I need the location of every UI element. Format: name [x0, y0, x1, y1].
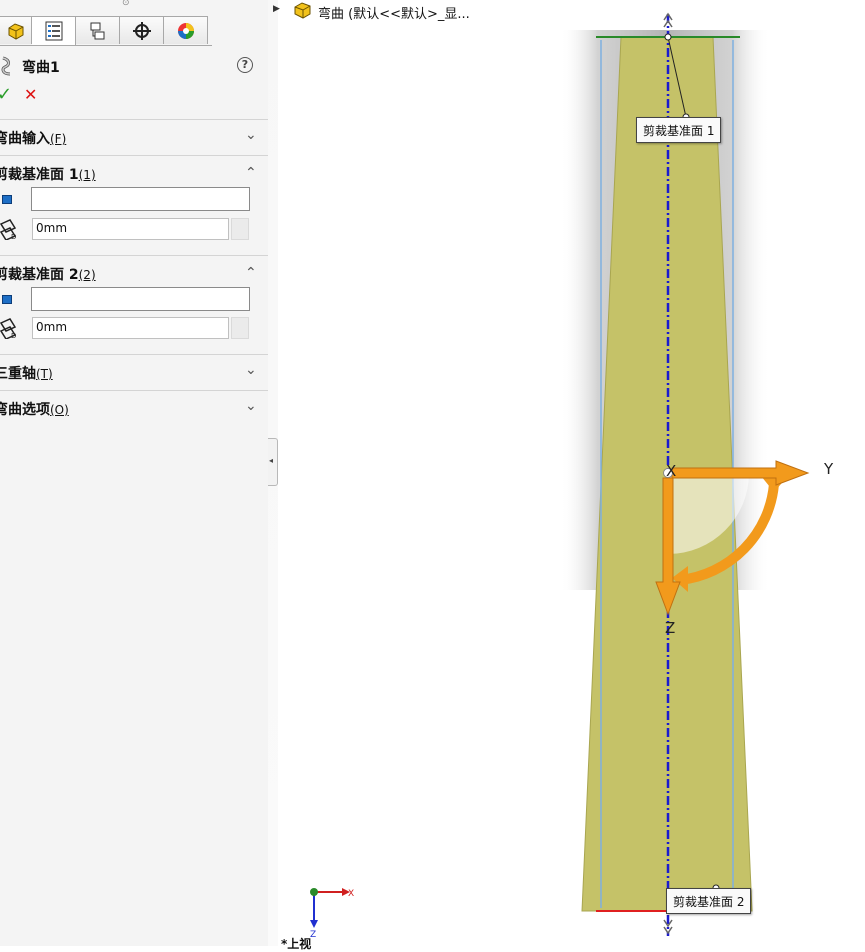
trim-plane-1-offset-spinner[interactable] — [231, 218, 249, 240]
trim-plane-1-accel: (1) — [78, 168, 96, 182]
trim-plane-2-offset-field[interactable]: 0mm — [32, 317, 229, 339]
trim-plane-2-accel: (2) — [78, 268, 96, 282]
part-icon — [8, 22, 23, 40]
bend-options-accel: (O) — [50, 403, 69, 417]
offset-distance-icon: D — [0, 318, 16, 339]
chevron-down-icon[interactable]: ⌄ — [245, 127, 261, 143]
bend-input-section[interactable]: 弯曲输入(F) ⌄ — [0, 119, 268, 153]
trim-plane-1-tag[interactable]: 剪裁基准面 1 — [636, 117, 722, 143]
trim-plane-2-tag[interactable]: 剪裁基准面 2 — [666, 888, 752, 914]
feature-manager-tab[interactable] — [0, 16, 32, 44]
triad-accel: (T) — [36, 367, 53, 381]
view-name-label: *上视 — [281, 937, 312, 951]
orientation-x-label: X — [348, 889, 354, 899]
trim-plane-2-label: 剪裁基准面 2 — [0, 267, 79, 283]
flex-feature-icon — [1, 56, 11, 76]
panel-grip-icon[interactable]: ⊙ — [122, 0, 130, 8]
property-manager-tab[interactable] — [32, 16, 76, 45]
dimxpert-manager-tab[interactable] — [120, 16, 164, 44]
cancel-button[interactable]: ✕ — [24, 85, 37, 104]
feature-tree-part-name[interactable]: 弯曲 (默认<<默认>_显... — [318, 3, 470, 22]
crosshair-icon — [132, 21, 151, 40]
chevron-up-icon[interactable]: ⌃ — [245, 165, 261, 181]
bend-input-label: 弯曲输入 — [0, 131, 50, 147]
ok-button[interactable]: ✓ — [0, 84, 12, 105]
help-icon[interactable]: ? — [237, 57, 253, 73]
display-manager-tab[interactable] — [164, 16, 208, 44]
trim-plane-2-section[interactable]: 剪裁基准面 2(2) ⌃ — [0, 255, 268, 289]
collapse-arrow-icon[interactable]: ◂ — [269, 456, 275, 466]
bend-options-section[interactable]: 弯曲选项(O) ⌄ — [0, 390, 268, 424]
color-wheel-icon — [177, 22, 194, 39]
trim-plane-1-handle[interactable] — [664, 33, 672, 41]
triad-z-label: Z — [665, 619, 675, 637]
svg-text:D: D — [11, 332, 16, 339]
trim-plane-2-offset-spinner[interactable] — [231, 317, 249, 339]
chevron-down-icon[interactable]: ⌄ — [245, 398, 261, 414]
trim-plane-2-selection[interactable] — [31, 287, 250, 311]
configuration-manager-tab[interactable] — [76, 16, 120, 44]
selection-box-icon — [2, 295, 12, 304]
property-list-icon — [45, 21, 62, 41]
graphics-area[interactable]: X Y Z X Z — [278, 0, 865, 946]
config-icon — [90, 22, 104, 39]
chevron-up-icon[interactable]: ⌃ — [245, 265, 261, 281]
triad-label: 三重轴 — [0, 366, 36, 382]
triad-x-label: X — [666, 462, 676, 480]
trim-plane-1-section[interactable]: 剪裁基准面 1(1) ⌃ — [0, 155, 268, 189]
trim-plane-1-label: 剪裁基准面 1 — [0, 167, 79, 183]
trim-plane-1-offset-field[interactable]: 0mm — [32, 218, 229, 240]
trim-plane-1-selection[interactable] — [31, 187, 250, 211]
bend-input-accel: (F) — [50, 132, 67, 146]
tree-expand-icon[interactable]: ▶ — [273, 4, 280, 14]
feature-title-row: 弯曲1 ? — [0, 56, 268, 78]
part-icon — [294, 2, 311, 19]
bend-options-label: 弯曲选项 — [0, 402, 50, 418]
manager-tabs — [0, 16, 212, 46]
view-orientation-triad — [310, 888, 350, 928]
chevron-down-icon[interactable]: ⌄ — [245, 362, 261, 378]
property-manager: ⊙ 弯曲1 ? ✕ 曲输入(F) ⌄ 剪裁基准面 1(1) ⌃ D 0mm 剪裁… — [0, 0, 269, 946]
offset-distance-icon: D — [0, 219, 16, 240]
svg-text:D: D — [11, 233, 16, 240]
feature-title: 弯曲1 — [22, 60, 60, 76]
selection-box-icon — [2, 195, 12, 204]
triad-section[interactable]: 三重轴(T) ⌄ — [0, 354, 268, 388]
model-view[interactable]: X Y Z X Z — [278, 0, 865, 946]
triad-y-label: Y — [823, 460, 834, 478]
